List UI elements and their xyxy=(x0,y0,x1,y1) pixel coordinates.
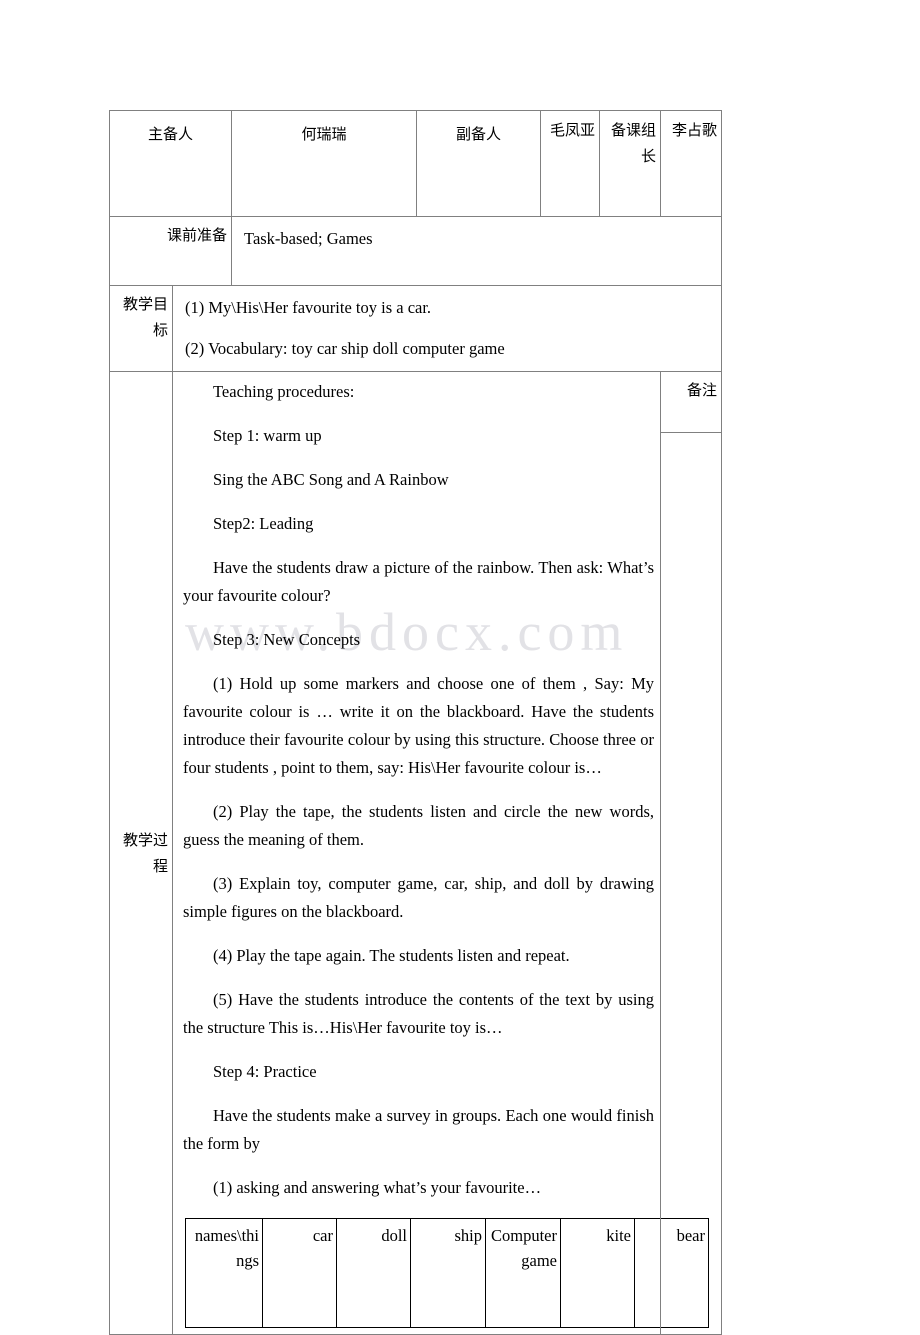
objectives-label-cell: 教学目标 xyxy=(109,285,173,372)
lesson-plan-table: 主备人 何瑞瑞 副备人 毛凤亚 备课组长 李占歌 课前准备 Task-based… xyxy=(108,110,723,1335)
group-leader-name: 李占歌 xyxy=(672,121,718,139)
survey-header-cell: doll xyxy=(336,1218,411,1328)
process-paragraph: Have the students make a survey in group… xyxy=(183,1106,655,1153)
process-paragraph: Sing the ABC Song and A Rainbow xyxy=(213,470,449,489)
process-paragraph: (3) Explain toy, computer game, car, shi… xyxy=(183,874,655,921)
process-paragraph: Teaching procedures: xyxy=(213,382,355,401)
process-content-cell: Teaching procedures: Step 1: warm up Sin… xyxy=(171,371,709,1335)
survey-table: names\things car doll ship Computer game… xyxy=(185,1218,709,1328)
survey-header-cell: car xyxy=(262,1218,337,1328)
main-preparer-label-cell: 主备人 xyxy=(108,110,233,217)
survey-header-cell: ship xyxy=(410,1218,486,1328)
survey-header-cell: names\things xyxy=(185,1218,263,1328)
assistant-preparer-label-cell: 副备人 xyxy=(416,110,542,217)
process-paragraph: Step 4: Practice xyxy=(213,1062,317,1081)
survey-header-cell: Computer game xyxy=(485,1218,561,1328)
main-preparer-name-cell: 何瑞瑞 xyxy=(231,110,418,217)
process-paragraph: Step 3: New Concepts xyxy=(213,630,361,649)
assistant-preparer-name: 毛凤亚 xyxy=(550,121,596,139)
objectives-label: 教学目标 xyxy=(122,295,168,339)
survey-header-cell: kite xyxy=(560,1218,635,1328)
process-paragraph: (1) asking and answering what’s your fav… xyxy=(213,1178,542,1197)
table-row-preparation: 课前准备 Task-based; Games xyxy=(108,216,723,286)
process-label-cell: 教学过程 xyxy=(109,371,173,1335)
table-row-notes-header: 教学过程 Teaching procedures: Step 1: warm u… xyxy=(109,371,723,1335)
process-paragraph: (1) Hold up some markers and choose one … xyxy=(183,674,655,777)
main-preparer-name: 何瑞瑞 xyxy=(301,125,347,143)
group-leader-name-cell: 李占歌 xyxy=(660,110,723,217)
process-paragraph: Step2: Leading xyxy=(213,514,314,533)
table-row-objectives: 教学目标 (1) My\His\Her favourite toy is a c… xyxy=(109,285,723,372)
prep-value: Task-based; Games xyxy=(244,229,373,248)
objective-item: (2) Vocabulary: toy car ship doll comput… xyxy=(185,339,505,358)
process-paragraph: (5) Have the students introduce the cont… xyxy=(183,990,655,1037)
process-label: 教学过程 xyxy=(122,831,168,875)
objectives-value-cell: (1) My\His\Her favourite toy is a car. (… xyxy=(171,285,723,372)
objective-item: (1) My\His\Her favourite toy is a car. xyxy=(185,298,432,317)
process-paragraph: Step 1: warm up xyxy=(213,426,322,445)
process-paragraph: (4) Play the tape again. The students li… xyxy=(213,946,570,965)
assistant-preparer-name-cell: 毛凤亚 xyxy=(540,110,601,217)
notes-label-cell: 备注 xyxy=(660,371,723,433)
prep-label-cell: 课前准备 xyxy=(108,216,233,286)
survey-table-wrapper: names\things car doll ship Computer game… xyxy=(183,1212,709,1328)
table-row-preparers: 主备人 何瑞瑞 副备人 毛凤亚 备课组长 李占歌 xyxy=(108,110,723,217)
process-paragraph: (2) Play the tape, the students listen a… xyxy=(183,802,655,849)
prep-label: 课前准备 xyxy=(167,226,228,244)
group-leader-label: 备课组长 xyxy=(611,121,657,165)
survey-header-row: names\things car doll ship Computer game… xyxy=(185,1218,709,1328)
main-preparer-label: 主备人 xyxy=(148,125,194,143)
assistant-preparer-label: 副备人 xyxy=(456,125,502,143)
notes-body-cell xyxy=(660,432,723,1335)
notes-label: 备注 xyxy=(687,381,718,399)
prep-value-cell: Task-based; Games xyxy=(231,216,723,286)
group-leader-label-cell: 备课组长 xyxy=(599,110,662,217)
process-paragraph: Have the students draw a picture of the … xyxy=(183,558,655,605)
